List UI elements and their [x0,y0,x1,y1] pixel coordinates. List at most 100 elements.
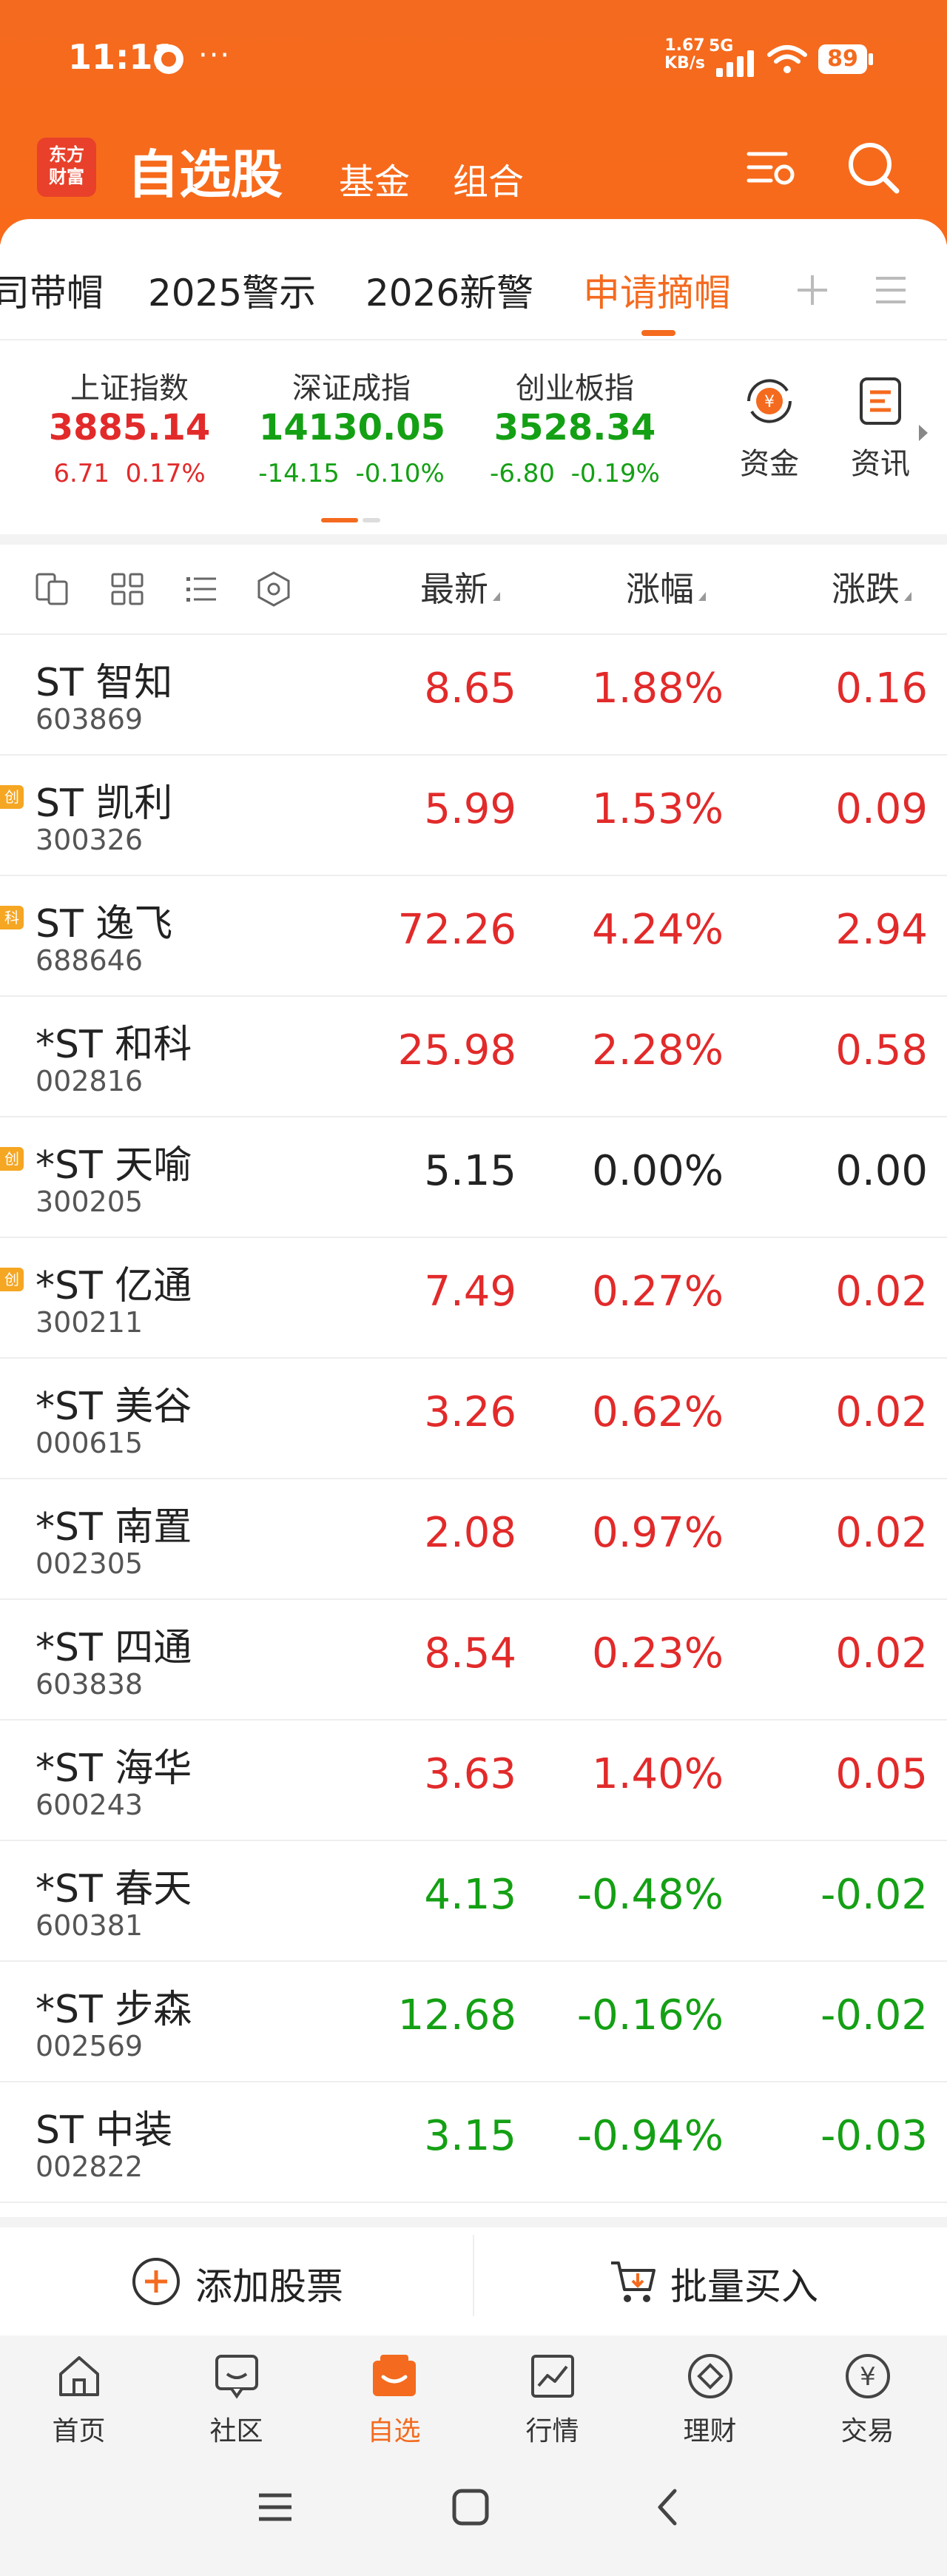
stock-row[interactable]: 科 ST 逸飞 688646 72.26 4.24% 2.94 [0,876,947,997]
stock-row[interactable]: 创 ST 凯利 300326 5.99 1.53% 0.09 [0,756,947,876]
add-stock-button[interactable]: 添加股票 [0,2219,474,2335]
group-tab-1[interactable]: 司带帽 [0,263,104,317]
stock-change: 0.09 [835,785,928,833]
stock-price: 5.99 [424,785,516,833]
board-tag: 创 [0,785,24,809]
app-logo: 东方 财富 [37,138,96,197]
stock-name: *ST 天喻 [36,1143,192,1188]
page-title[interactable]: 自选股 [127,133,283,208]
nav-trade[interactable]: ¥ 交易 [789,2350,946,2448]
board-tag: 科 [0,906,24,929]
list-view-icon[interactable] [182,570,220,608]
stock-pct-change: 0.97% [592,1509,724,1557]
stock-row[interactable]: ST 中装 002822 3.15 -0.94% -0.03 [0,2082,947,2203]
stock-row[interactable]: 创 *ST 亿通 300211 7.49 0.27% 0.02 [0,1238,947,1359]
batch-buy-label: 批量买入 [670,2265,818,2308]
nav-community[interactable]: 社区 [158,2350,315,2448]
stock-row[interactable]: ST 智知 603869 8.65 1.88% 0.16 [0,635,947,756]
stock-pct-change: -0.48% [576,1871,724,1919]
svg-text:¥: ¥ [860,2362,876,2392]
column-price[interactable]: 最新 [420,562,500,611]
index-change-pct: 0.17% [125,459,206,488]
view-switch-icon[interactable] [33,570,71,608]
community-icon [215,2355,258,2399]
nav-home[interactable]: 首页 [0,2350,158,2448]
index-name: 上证指数 [70,371,189,406]
battery-indicator: 89 [818,44,873,74]
stock-name: *ST 和科 [36,1023,192,1067]
settings-filter-icon[interactable] [741,138,801,197]
batch-buy-button[interactable]: 批量买入 [474,2219,947,2335]
system-menu-icon[interactable] [255,2486,296,2528]
stock-row[interactable]: 创 *ST 天喻 300205 5.15 0.00% 0.00 [0,1117,947,1238]
net-speed-unit: KB/s [664,54,705,73]
index-page-indicator [321,518,380,524]
stock-name: *ST 四通 [36,1626,192,1670]
section-separator [0,534,947,545]
home-icon [58,2356,99,2396]
stock-row[interactable]: *ST 和科 002816 25.98 2.28% 0.58 [0,997,947,1117]
stock-pct-change: -0.16% [576,1991,724,2039]
group-tab-2[interactable]: 2025警示 [148,263,316,317]
stock-code: 000615 [36,1427,144,1459]
board-tag: 创 [0,1268,24,1291]
index-change: 6.71 0.17% [15,459,244,488]
stock-price: 5.15 [424,1147,516,1195]
signal-icon [716,47,761,77]
stock-row[interactable]: *ST 春天 600381 4.13 -0.48% -0.02 [0,1841,947,1962]
stock-price: 8.54 [424,1630,516,1678]
stock-row[interactable]: *ST 海华 600243 3.63 1.40% 0.05 [0,1721,947,1841]
stock-pct-change: 1.40% [592,1750,724,1798]
group-tab-3[interactable]: 2026新警 [365,263,533,317]
stock-price: 3.26 [424,1388,516,1436]
stock-pct-change: 0.62% [592,1388,724,1436]
nav-label: 交易 [840,2416,894,2446]
stock-change: 0.05 [835,1750,928,1798]
settings-hex-icon[interactable] [255,570,293,608]
column-pct[interactable]: 涨幅 [626,562,706,611]
stock-change: -0.02 [820,1871,928,1919]
stock-pct-change: 1.88% [592,665,724,713]
stock-pct-change: -0.94% [576,2112,724,2160]
stock-row[interactable]: *ST 步森 002569 12.68 -0.16% -0.02 [0,1962,947,2082]
nav-market[interactable]: 行情 [474,2350,631,2448]
header-tab-portfolio[interactable]: 组合 [453,152,524,204]
wealth-icon [687,2354,732,2398]
stock-row[interactable]: *ST 南置 002305 2.08 0.97% 0.02 [0,1479,947,1600]
grid-view-icon[interactable] [108,570,146,608]
stock-change: 0.02 [835,1509,928,1557]
index-value: 3528.34 [493,407,656,448]
stock-price: 7.49 [424,1268,516,1316]
stock-row[interactable]: *ST 四通 603838 8.54 0.23% 0.02 [0,1600,947,1721]
group-menu-icon[interactable] [873,272,909,308]
stock-code: 603838 [36,1668,144,1701]
stock-row[interactable]: *ST 美谷 000615 3.26 0.62% 0.02 [0,1359,947,1479]
active-tab-indicator [641,330,675,336]
add-group-icon[interactable] [795,272,830,308]
stock-change: -0.03 [820,2112,928,2160]
news-button[interactable]: 资讯 [836,373,925,482]
stock-price: 3.15 [424,2112,516,2160]
stock-price: 25.98 [397,1026,516,1075]
stock-name: *ST 春天 [36,1867,192,1911]
column-change[interactable]: 涨跌 [832,562,911,611]
stock-code: 002305 [36,1547,144,1580]
system-back-icon[interactable] [648,2486,690,2528]
fund-flow-button[interactable]: ¥ 资金 [725,373,814,482]
nav-label: 首页 [52,2416,106,2446]
nav-watchlist[interactable]: 自选 [315,2350,473,2448]
group-tab-4[interactable]: 申请摘帽 [583,263,731,317]
stock-pct-change: 4.24% [592,906,724,954]
stock-code: 002569 [36,2030,144,2062]
scroll-right-arrow-icon[interactable] [916,422,931,444]
market-chart-icon [530,2355,574,2398]
stock-price: 2.08 [424,1509,516,1557]
system-home-icon[interactable] [450,2486,491,2528]
news-doc-icon [860,377,901,425]
nav-wealth[interactable]: 理财 [631,2350,789,2448]
stock-price: 8.65 [424,665,516,713]
header-tab-fund[interactable]: 基金 [339,152,410,204]
search-icon[interactable] [843,138,903,197]
stock-name: *ST 美谷 [36,1385,192,1429]
stock-change: 0.02 [835,1630,928,1678]
